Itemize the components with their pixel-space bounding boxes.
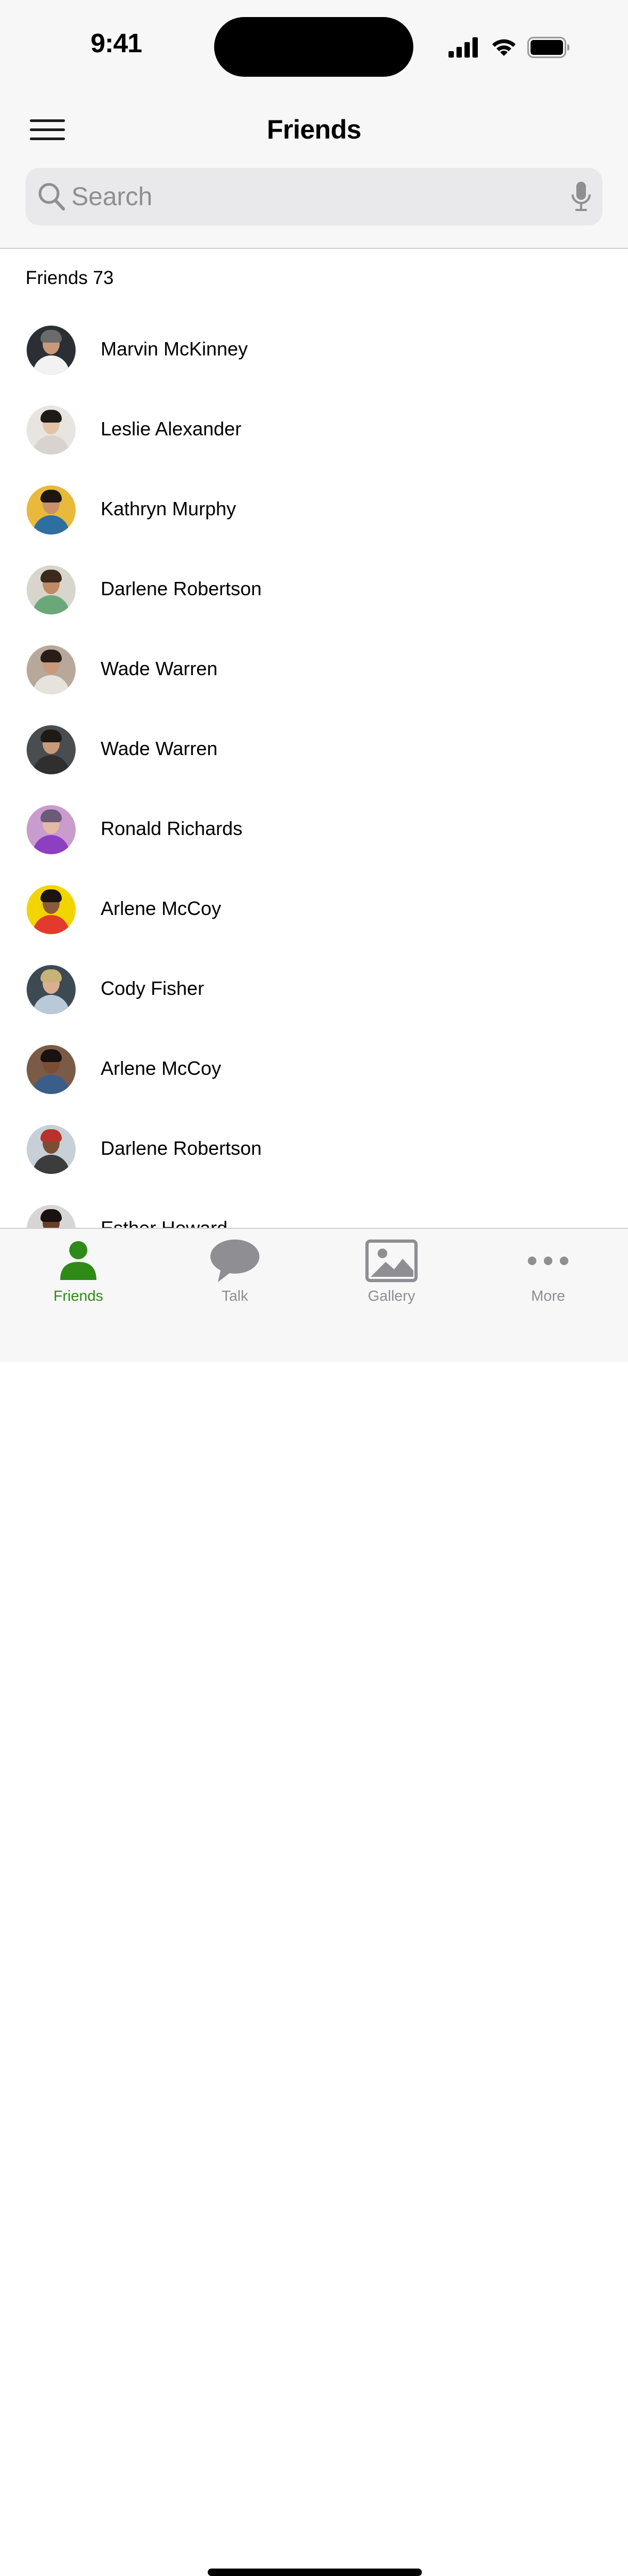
avatar bbox=[27, 645, 76, 694]
friend-name: Cody Fisher bbox=[101, 977, 205, 999]
microphone-icon[interactable] bbox=[570, 181, 592, 213]
friend-row[interactable]: Cody Fisher bbox=[0, 950, 628, 1030]
tab-gallery[interactable]: Gallery bbox=[313, 1229, 470, 1314]
friend-name: Arlene McCoy bbox=[101, 1057, 222, 1079]
friend-name: Ronald Richards bbox=[101, 817, 243, 839]
tab-more[interactable]: More bbox=[470, 1229, 626, 1314]
avatar bbox=[27, 1125, 76, 1174]
friend-name: Marvin McKinney bbox=[101, 338, 248, 360]
avatar bbox=[27, 565, 76, 614]
avatar bbox=[27, 485, 76, 534]
friend-row[interactable]: Wade Warren bbox=[0, 710, 628, 790]
avatar bbox=[27, 965, 76, 1014]
tab-talk[interactable]: Talk bbox=[157, 1229, 313, 1314]
tab-label: Friends bbox=[53, 1287, 103, 1304]
tab-friends[interactable]: Friends bbox=[0, 1229, 157, 1314]
status-time: 9:41 bbox=[91, 28, 142, 58]
friend-name: Wade Warren bbox=[101, 738, 218, 759]
search-input[interactable] bbox=[71, 168, 551, 225]
search-bar[interactable] bbox=[26, 168, 602, 225]
friends-list: Marvin McKinney Leslie Alexander Kathryn M… bbox=[0, 310, 628, 1228]
friend-row[interactable]: Darlene Robertson bbox=[0, 550, 628, 630]
friend-row[interactable]: Wade Warren bbox=[0, 630, 628, 710]
friend-name: Darlene Robertson bbox=[101, 1137, 262, 1159]
friend-row[interactable]: Leslie Alexander bbox=[0, 390, 628, 470]
top-area: 9:41 Friends bbox=[0, 0, 628, 249]
tab-bar: Friends Talk Gallery More bbox=[0, 1228, 628, 2576]
avatar bbox=[27, 326, 76, 375]
friend-row[interactable]: Darlene Robertson bbox=[0, 1109, 628, 1189]
status-icons bbox=[448, 35, 570, 60]
friends-count-header: Friends 73 bbox=[26, 268, 114, 288]
friend-row[interactable]: Esther Howard bbox=[0, 1189, 628, 1228]
friend-name: Kathryn Murphy bbox=[101, 498, 236, 520]
wifi-icon bbox=[492, 39, 516, 56]
friend-name: Darlene Robertson bbox=[101, 578, 262, 600]
friend-row[interactable]: Kathryn Murphy bbox=[0, 470, 628, 550]
friend-name: Esther Howard bbox=[101, 1217, 227, 1228]
cellular-signal-icon bbox=[448, 37, 478, 58]
chat-bubble-icon bbox=[210, 1240, 259, 1282]
ellipsis-icon bbox=[528, 1257, 568, 1265]
friend-name: Wade Warren bbox=[101, 658, 218, 679]
search-icon bbox=[38, 183, 65, 210]
image-icon bbox=[365, 1240, 418, 1282]
battery-icon bbox=[527, 37, 569, 58]
tab-label: More bbox=[531, 1287, 565, 1304]
avatar bbox=[27, 805, 76, 854]
tab-label: Talk bbox=[222, 1287, 248, 1304]
page-title: Friends bbox=[266, 115, 362, 144]
dynamic-island bbox=[214, 17, 413, 77]
tab-label: Gallery bbox=[368, 1287, 415, 1304]
friend-name: Leslie Alexander bbox=[101, 418, 242, 440]
friend-row[interactable]: Arlene McCoy bbox=[0, 870, 628, 950]
friend-row[interactable]: Arlene McCoy bbox=[0, 1030, 628, 1109]
avatar bbox=[27, 885, 76, 934]
avatar bbox=[27, 406, 76, 455]
friend-row[interactable]: Marvin McKinney bbox=[0, 310, 628, 390]
person-icon bbox=[60, 1241, 96, 1280]
friend-row[interactable]: Ronald Richards bbox=[0, 790, 628, 870]
avatar bbox=[27, 1045, 76, 1094]
avatar bbox=[27, 1205, 76, 1228]
friend-name: Arlene McCoy bbox=[101, 897, 222, 919]
home-indicator bbox=[208, 2569, 422, 2576]
avatar bbox=[27, 725, 76, 774]
